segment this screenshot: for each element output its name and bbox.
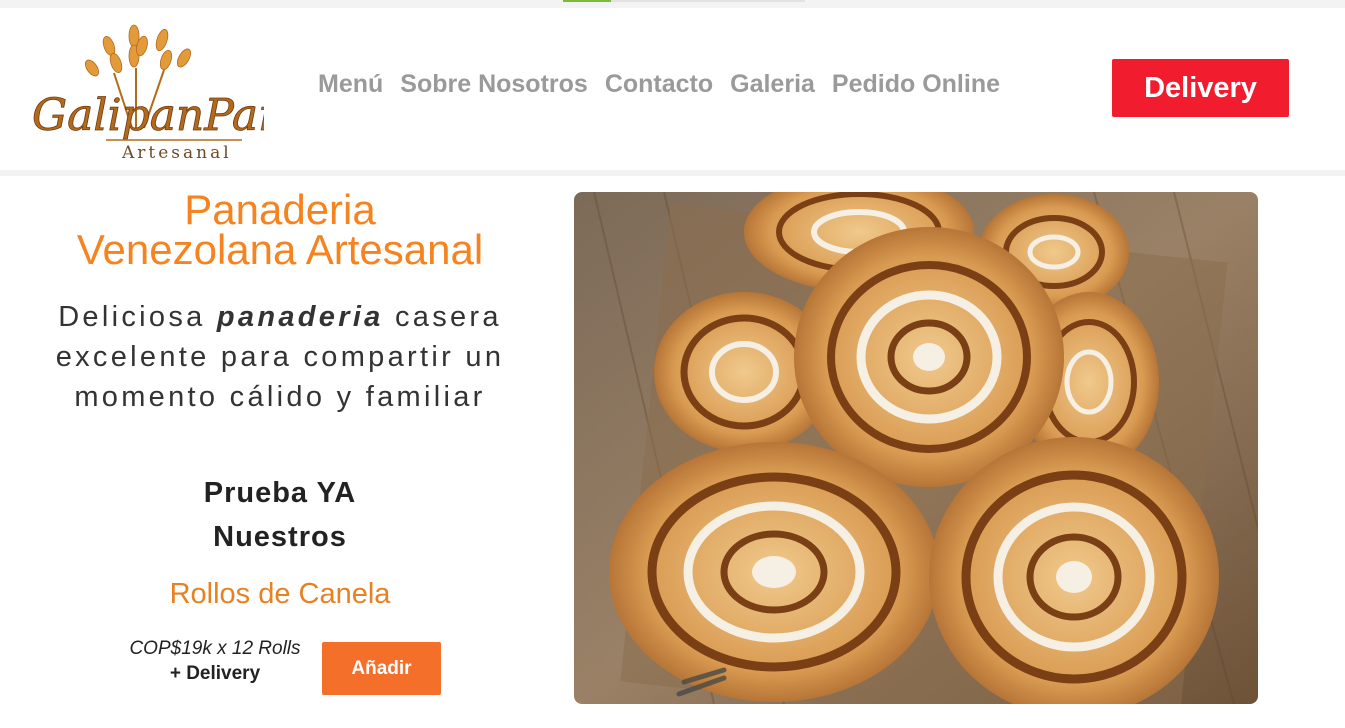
nav-item-contacto[interactable]: Contacto [605, 70, 713, 99]
hero-title-line2: Venezolana Artesanal [76, 226, 484, 273]
progress-bar [563, 0, 805, 2]
progress-bar-fill [563, 0, 612, 2]
desc-post: casera [383, 301, 502, 333]
galipanpan-logo[interactable]: GalipanPan Artesanal [14, 18, 287, 166]
add-to-cart-button[interactable]: Añadir [322, 642, 441, 695]
desc-line1: Deliciosa panaderia casera [0, 297, 560, 337]
desc-pre: Deliciosa [58, 301, 217, 333]
site-header: GalipanPan Artesanal Menú Sobre Nosotros… [0, 8, 1345, 170]
hero-description: Deliciosa panaderia casera excelente par… [0, 297, 560, 417]
nav-item-galeria[interactable]: Galeria [730, 70, 815, 99]
cinnamon-rolls-illustration [574, 192, 1258, 704]
svg-text:Artesanal: Artesanal [121, 143, 232, 163]
promo-line1: Prueba YA [203, 477, 357, 509]
price-line2: + Delivery [169, 663, 261, 684]
hero-title: Panaderia Venezolana Artesanal [0, 186, 560, 273]
hero-title-line1: Panaderia [184, 186, 376, 233]
product-name: Rollos de Canela [169, 578, 391, 610]
header-divider [0, 170, 1345, 176]
nav-item-pedido-online[interactable]: Pedido Online [832, 70, 1000, 99]
nav-item-sobre-nosotros[interactable]: Sobre Nosotros [400, 70, 588, 99]
promo-heading: Prueba YA Nuestros [0, 471, 560, 559]
cinnamon-rolls-image [574, 192, 1258, 704]
top-progress-strip [0, 0, 1345, 8]
promo-line2: Nuestros [213, 521, 347, 553]
logo-graphic: GalipanPan Artesanal [32, 24, 287, 163]
main-nav: Menú Sobre Nosotros Contacto Galeria Ped… [318, 70, 1000, 99]
delivery-button[interactable]: Delivery [1112, 59, 1289, 117]
desc-line2: excelente para compartir un [55, 341, 505, 373]
price-info: COP$19k x 12 Rolls + Delivery [100, 636, 330, 686]
desc-line3: momento cálido y familiar [74, 381, 486, 413]
desc-emphasis: panaderia [216, 301, 384, 333]
price-line1: COP$19k x 12 Rolls [129, 638, 301, 659]
nav-item-menu[interactable]: Menú [318, 70, 383, 99]
svg-text:GalipanPan: GalipanPan [32, 90, 264, 141]
